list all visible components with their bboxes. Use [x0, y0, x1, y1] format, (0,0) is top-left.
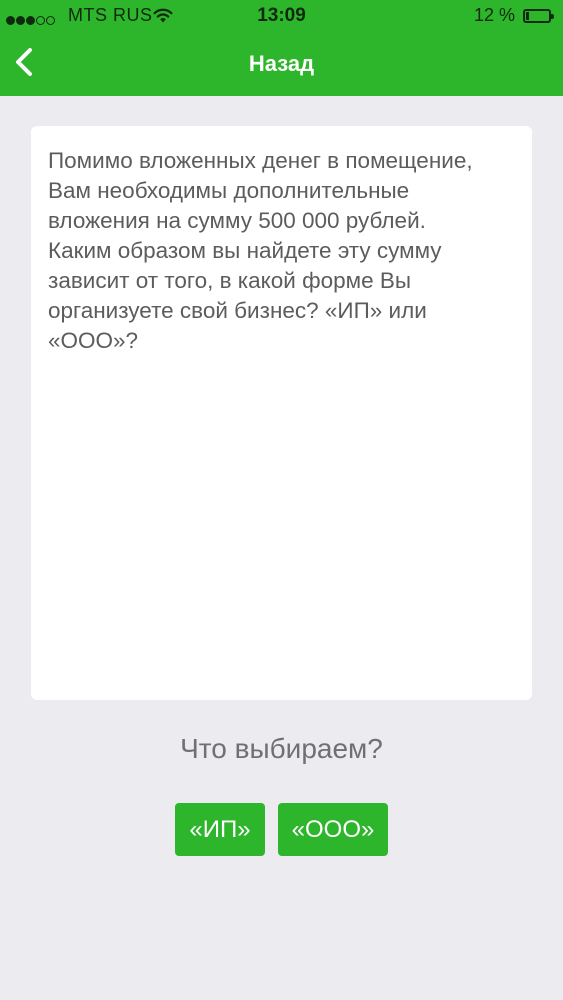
- battery-level: [526, 12, 529, 20]
- question-text: Помимо вложенных денег в помещение, Вам …: [48, 148, 473, 353]
- status-bar: MTS RUS 13:09 12 %: [0, 0, 563, 32]
- question-card: Помимо вложенных денег в помещение, Вам …: [31, 126, 532, 700]
- nav-bar: Назад: [0, 32, 563, 96]
- choice-prompt: Что выбираем?: [180, 733, 383, 764]
- battery-percent: 12 %: [473, 5, 515, 25]
- app-header: MTS RUS 13:09 12 % Назад: [0, 0, 563, 96]
- choice-ooo-button[interactable]: «ООО»: [278, 803, 388, 856]
- nav-title: Назад: [248, 51, 315, 76]
- choice-ip-button[interactable]: «ИП»: [175, 803, 265, 856]
- battery-icon: [523, 9, 554, 23]
